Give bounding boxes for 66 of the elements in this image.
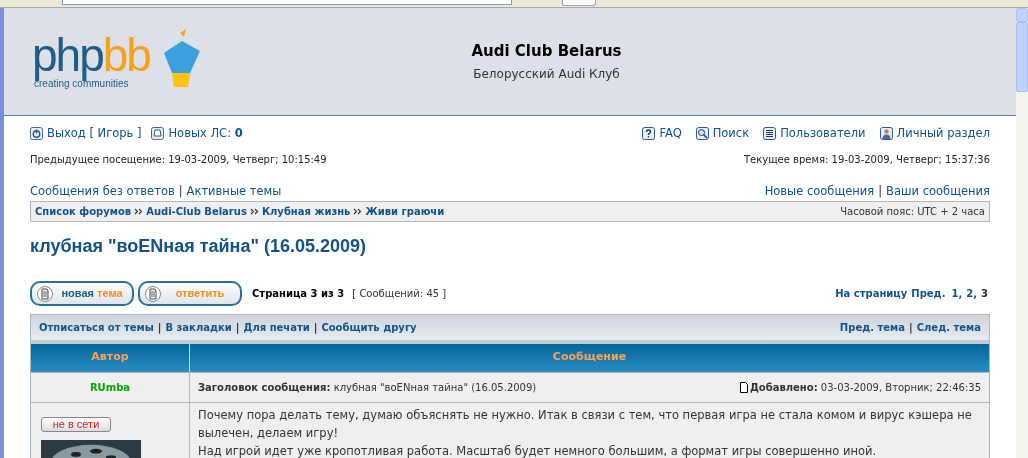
current-time-text: Текущее время: 19-03-2009, Четверг; 15:37:36 (743, 153, 990, 168)
page-info: Страница 3 из 3 (252, 287, 345, 301)
nav-link[interactable]: Пользователи (763, 125, 866, 143)
search-link[interactable]: Ваши сообщения (886, 183, 990, 201)
document-icon (145, 285, 161, 302)
address-field[interactable] (62, 0, 512, 5)
comma: , (973, 287, 978, 301)
site-description: Белорусский Audi Клуб (473, 65, 620, 83)
separator: | (877, 183, 884, 201)
breadcrumb-link[interactable]: Живи граючи (365, 203, 445, 219)
nav-link[interactable]: FAQ (642, 125, 682, 143)
topic-action-link[interactable]: Для печати (243, 319, 310, 335)
post-paragraph: Почему пора делать тему, думаю объяснять не нужно. Итак в связи с тем, что первая игра не стала комом и вирус кэшера не вылечен, делаем игру! (198, 406, 973, 442)
search-link[interactable]: Сообщения без ответов (30, 183, 175, 201)
post-date: Добавлено: 03-03-2009, Вторник; 22:46:35 (749, 380, 981, 395)
separator: | (234, 320, 241, 335)
page-link[interactable]: 1 (951, 286, 959, 301)
separator: | (908, 320, 914, 335)
nav-link[interactable]: Поиск (695, 125, 750, 143)
prev-page-link[interactable]: Пред. (911, 286, 946, 301)
chevron-icon (353, 207, 363, 215)
document-icon (37, 285, 53, 302)
pagination-label: На страницу (835, 287, 908, 301)
envelope-icon (151, 127, 165, 141)
search-icon (695, 127, 709, 141)
scroll-thumb[interactable] (1016, 22, 1028, 92)
column-header: Автор (31, 343, 190, 372)
logo-tagline: creating communities (34, 78, 130, 91)
nav-link[interactable]: Новых ЛС: 0 (151, 125, 243, 143)
topic-action-link[interactable]: Сообщить другу (321, 319, 417, 335)
topic-action-link[interactable]: В закладки (165, 319, 232, 335)
logo-wordmark: bb (102, 32, 150, 78)
list-icon (763, 127, 777, 141)
topic-nav-link[interactable]: След. тема (916, 319, 981, 335)
site-title: Audi Club Belarus (471, 41, 622, 63)
topic-nav-link[interactable]: Пред. тема (839, 319, 906, 335)
breadcrumb-link[interactable]: Audi-Club Belarus (146, 203, 247, 219)
chevron-icon (134, 207, 144, 215)
column-header: Сообщение (551, 349, 628, 366)
nav-link[interactable]: Выход [ Игорь ] (30, 125, 142, 143)
page-link[interactable]: 3 (981, 286, 988, 301)
scroll-up-button[interactable] (1016, 8, 1028, 22)
breadcrumb-link[interactable]: Список форумов (35, 203, 132, 219)
post-subject: Заголовок сообщения: клубная "воENная тайна" (16.05.2009) (198, 380, 537, 395)
search-link[interactable]: Активные темы (186, 183, 282, 201)
post-button[interactable]: новая тема (30, 281, 134, 306)
separator: | (177, 183, 184, 201)
tab-button[interactable] (562, 0, 596, 6)
breadcrumb-link[interactable]: Клубная жизнь (261, 203, 351, 219)
topic-action-link[interactable]: Отписаться от темы (39, 319, 154, 335)
search-link[interactable]: Новые сообщения (764, 183, 875, 201)
separator: | (156, 320, 163, 335)
last-visit-text: Предыдущее посещение: 19-03-2009, Четверг; 10:15:49 (30, 153, 327, 168)
nav-link[interactable]: Личный раздел (879, 125, 990, 143)
status-badge: не в сети (41, 416, 111, 432)
help-icon (642, 127, 656, 141)
timezone-text: Часовой пояс: UTC + 2 часа (840, 204, 985, 219)
post-paragraph: Над игрой идет уже кропотливая работа. Масштаб будет немного большим, а формат игры совершенно иной. (198, 442, 878, 458)
page-icon (739, 381, 748, 393)
user-icon (879, 127, 893, 141)
topic-title: клубная "воENная тайна" (16.05.2009) (30, 234, 368, 258)
separator: | (312, 320, 319, 335)
comma: , (958, 287, 963, 301)
power-icon (30, 127, 43, 141)
post-count: [ Сообщений: 45 ] (352, 287, 447, 301)
chevron-icon (249, 207, 259, 215)
